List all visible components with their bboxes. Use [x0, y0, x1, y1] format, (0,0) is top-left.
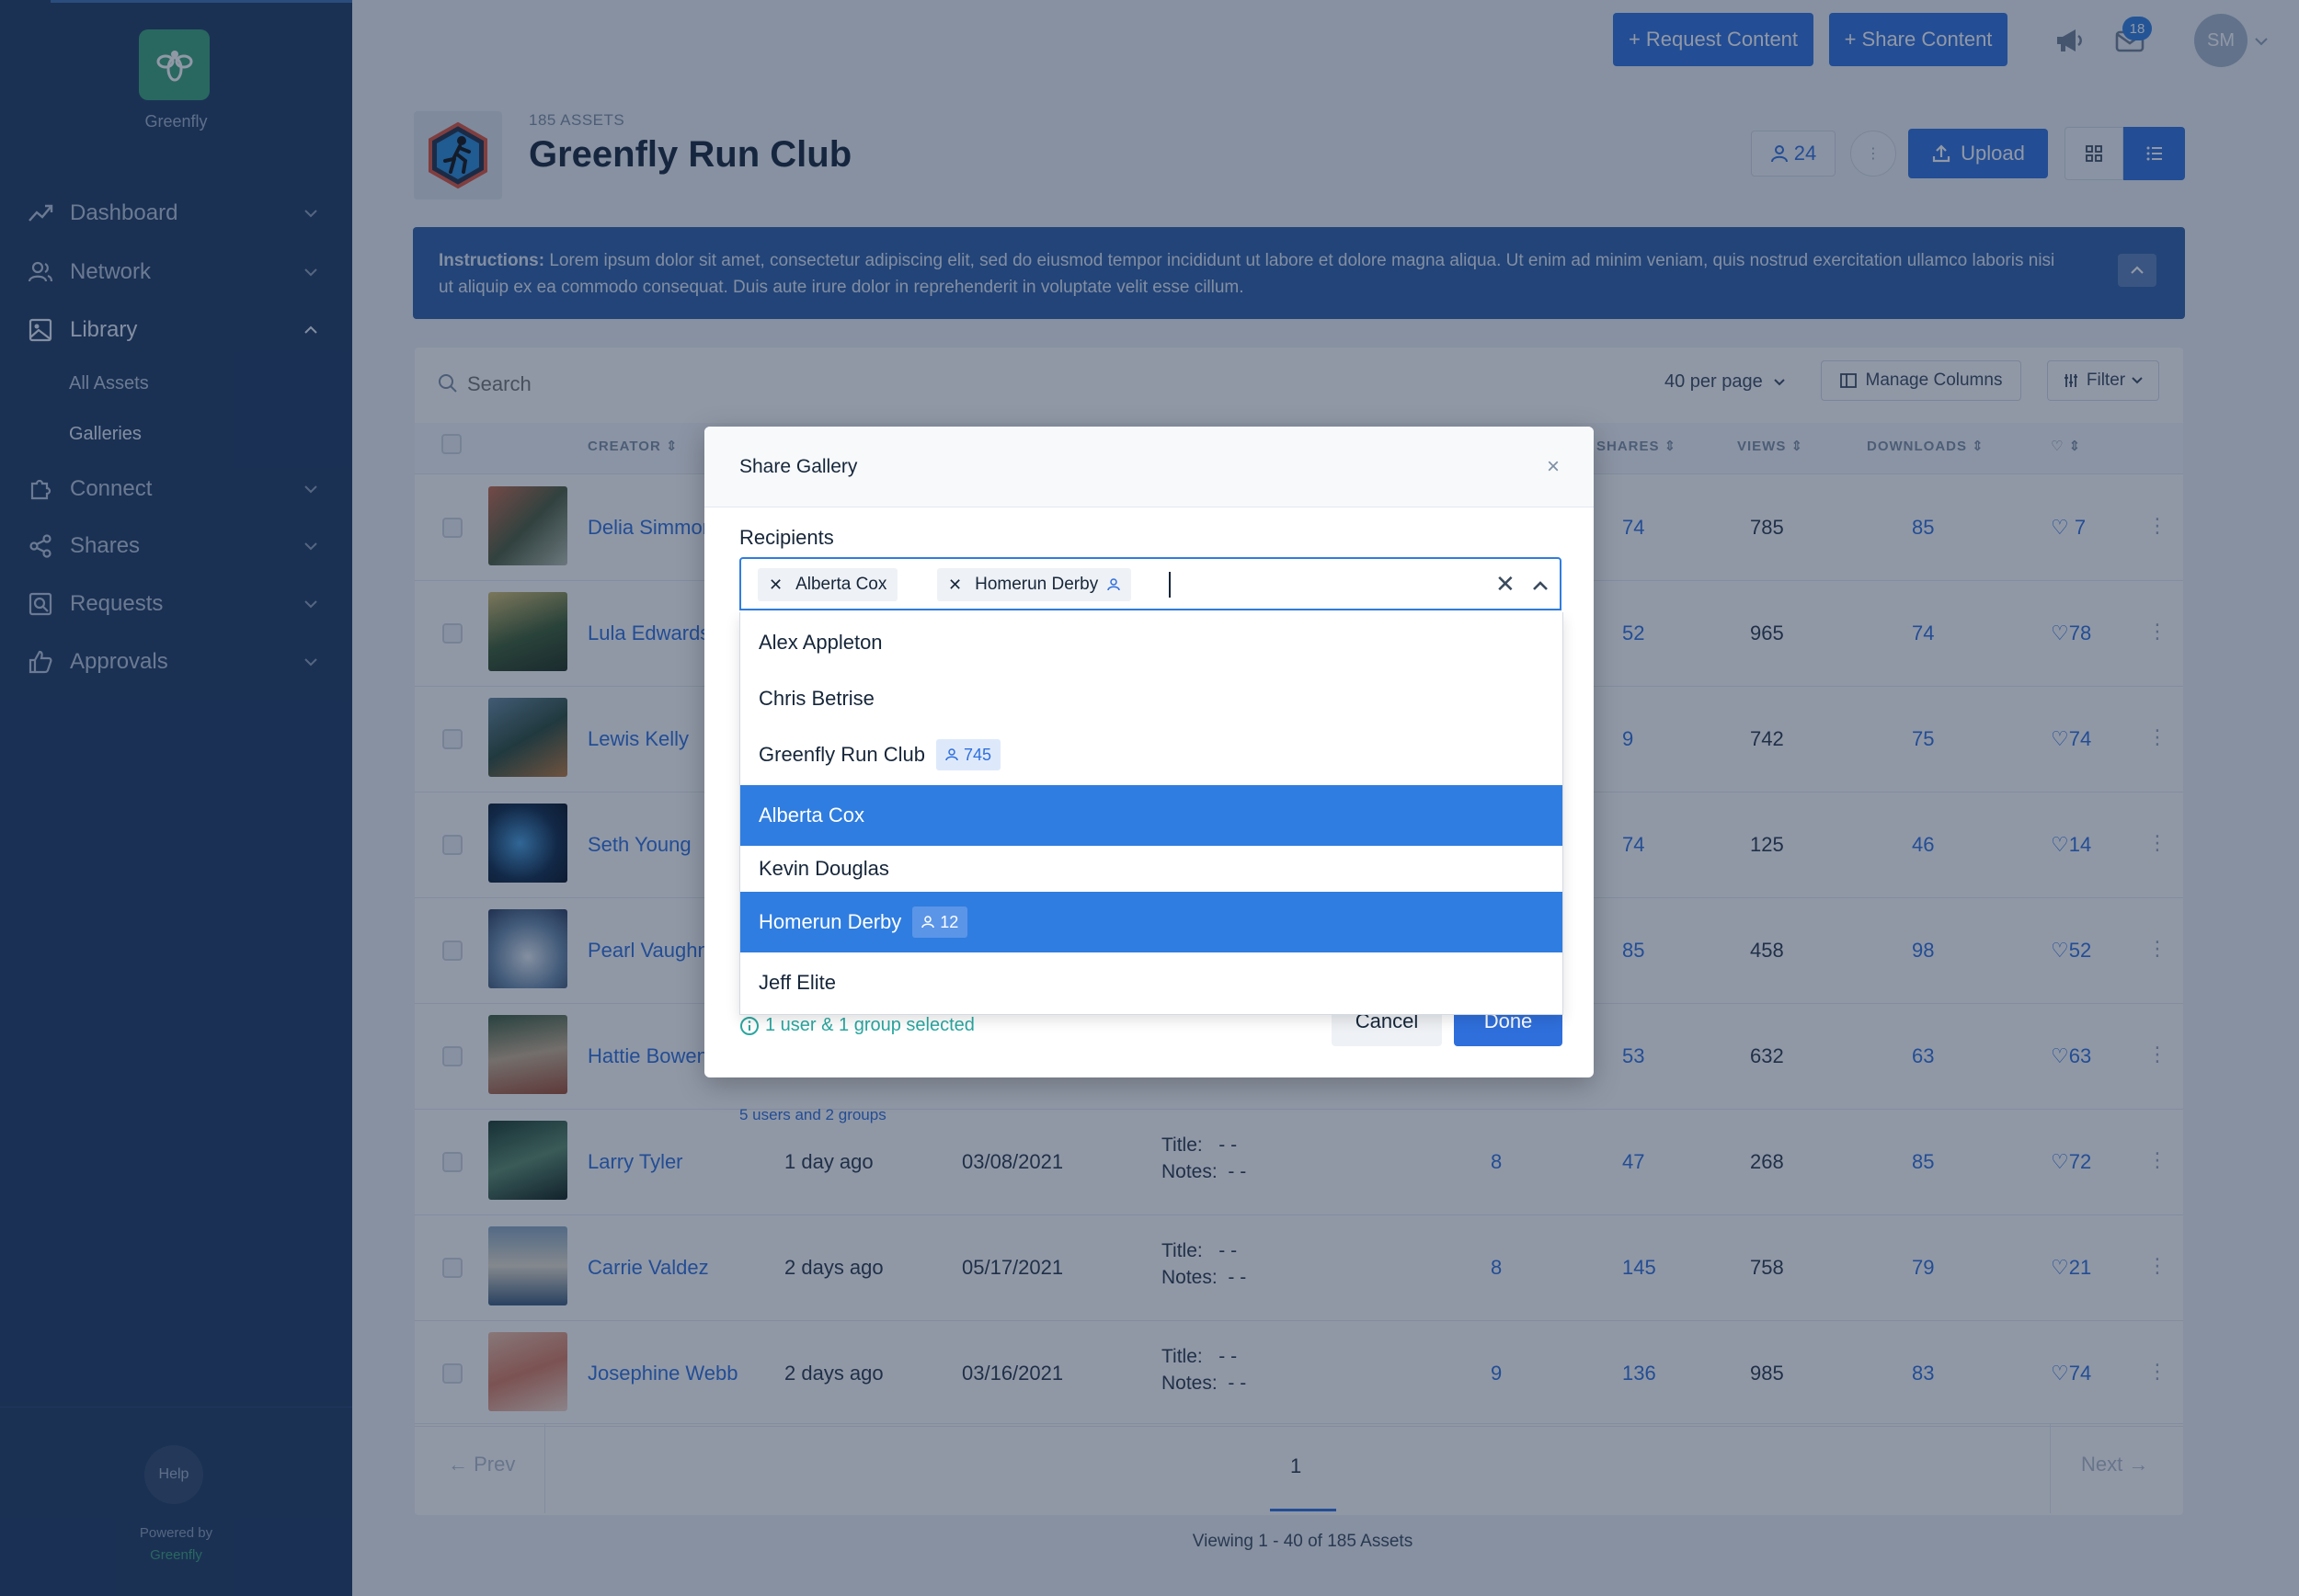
option-label: Greenfly Run Club [759, 743, 925, 766]
dropdown-option[interactable]: Alex Appleton [740, 612, 1562, 673]
dropdown-option[interactable]: Chris Betrise [740, 668, 1562, 729]
recipients-label: Recipients [739, 526, 834, 549]
clear-selection-icon[interactable]: ✕ [1495, 570, 1516, 598]
user-icon [921, 916, 935, 929]
recipient-chip: ✕ Homerun Derby [937, 568, 1132, 601]
recipient-chip: ✕ Alberta Cox [758, 568, 898, 601]
info-icon [740, 1016, 759, 1035]
dropdown-option[interactable]: Greenfly Run Club 745 [740, 724, 1562, 785]
group-count: 12 [940, 912, 959, 931]
close-icon[interactable]: × [1547, 454, 1560, 480]
modal-header: Share Gallery × [704, 427, 1594, 507]
option-label: Jeff Elite [759, 971, 836, 994]
selection-summary-text: 1 user & 1 group selected [765, 1015, 975, 1035]
group-count-badge: 12 [912, 906, 968, 938]
remove-chip-icon[interactable]: ✕ [769, 576, 783, 595]
dropdown-option[interactable]: Kevin Douglas [740, 846, 1562, 892]
recipient-chip-label: Alberta Cox [795, 575, 887, 594]
selection-summary: 1 user & 1 group selected [739, 1015, 975, 1036]
dropdown-option-selected[interactable]: Homerun Derby 12 [740, 892, 1562, 952]
option-label: Alberta Cox [759, 804, 864, 826]
text-cursor [1169, 572, 1171, 598]
option-label: Chris Betrise [759, 687, 875, 710]
dropdown-option[interactable]: Jeff Elite [740, 952, 1562, 1013]
group-count-badge: 745 [935, 739, 1001, 770]
option-label: Kevin Douglas [759, 857, 889, 880]
chevron-up-icon[interactable] [1530, 576, 1550, 596]
remove-chip-icon[interactable]: ✕ [948, 576, 962, 595]
option-label: Homerun Derby [759, 910, 902, 933]
modal-title: Share Gallery [739, 456, 858, 477]
option-label: Alex Appleton [759, 631, 883, 654]
recipient-chip-label: Homerun Derby [975, 575, 1099, 594]
dropdown-option-selected[interactable]: Alberta Cox [740, 785, 1562, 846]
recipients-dropdown: Alex Appleton Chris Betrise Greenfly Run… [739, 612, 1563, 1015]
user-icon [1107, 578, 1120, 591]
group-count: 745 [963, 745, 992, 764]
user-icon [945, 748, 958, 761]
recipients-select[interactable]: ✕ Alberta Cox ✕ Homerun Derby ✕ [739, 557, 1561, 610]
